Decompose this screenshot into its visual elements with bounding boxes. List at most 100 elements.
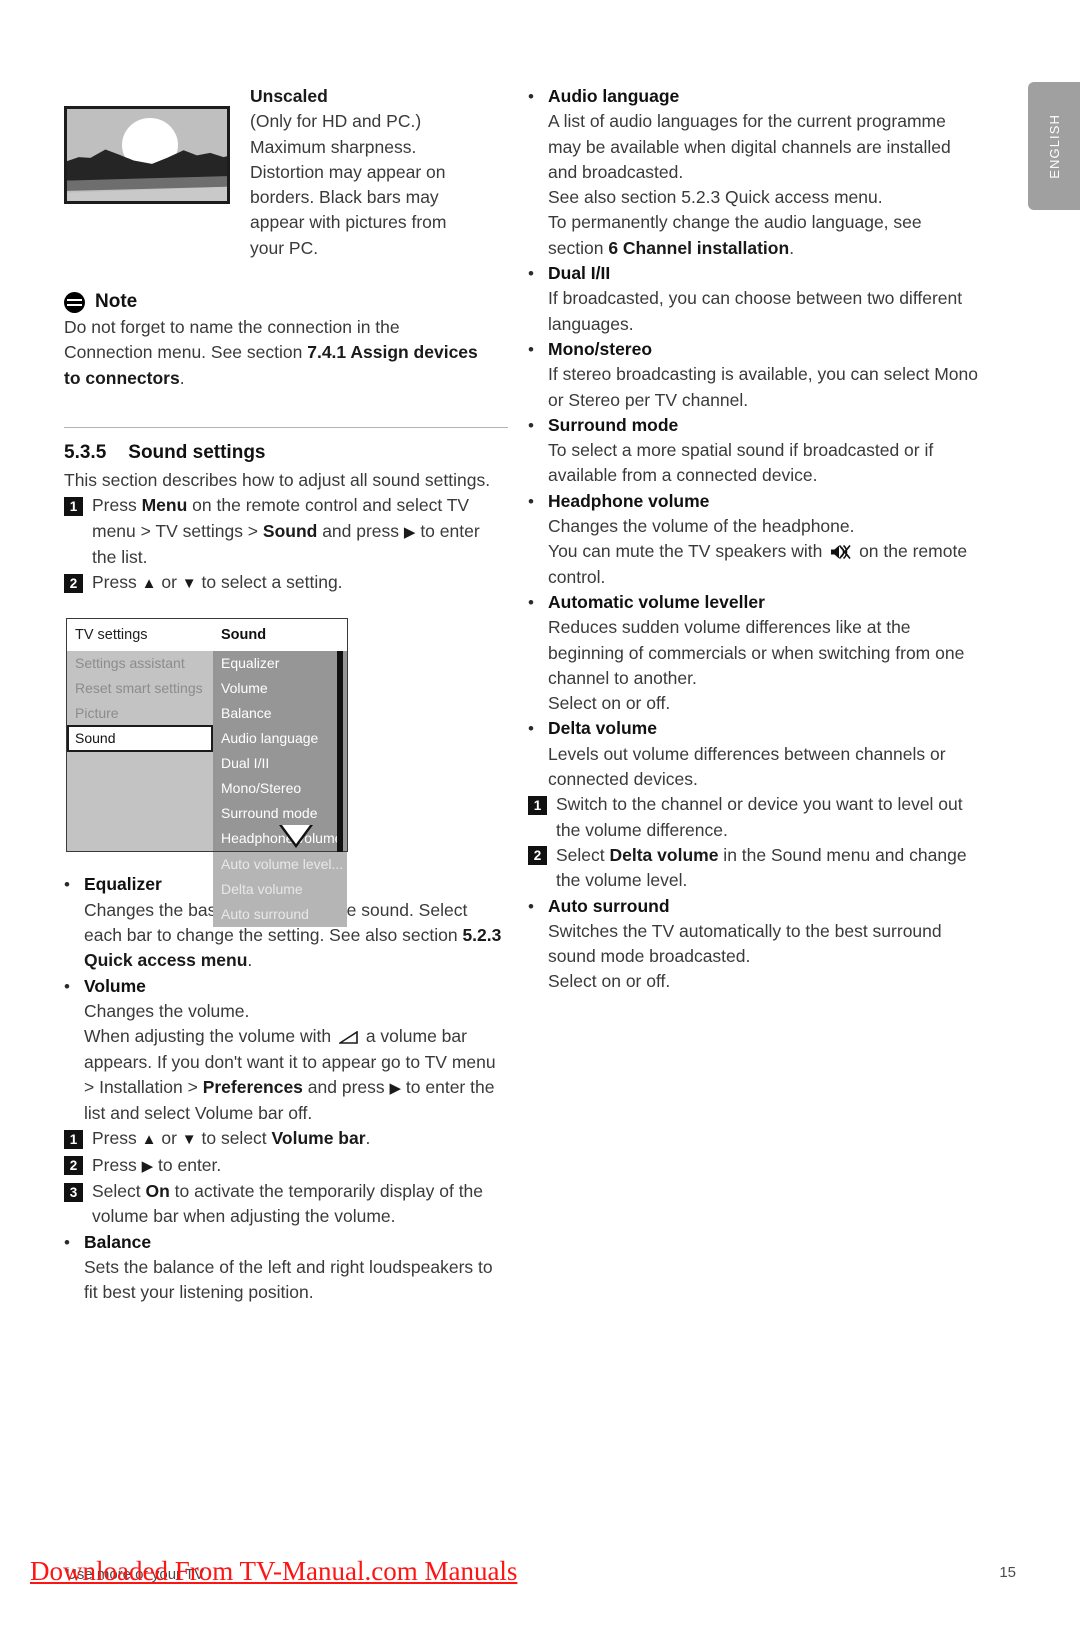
bullet-body: Surround mode To select a more spatial s… (548, 413, 980, 489)
language-tab: ENGLISH (1028, 82, 1080, 210)
step-text: Switch to the channel or device you want… (556, 792, 980, 843)
menu-right-item[interactable]: Audio language (213, 726, 347, 752)
bullet-dot: • (528, 719, 534, 739)
section-steps: 1 Press Menu on the remote control and s… (64, 493, 508, 596)
bullet-title: Auto surround (548, 895, 670, 916)
unscaled-line-5: appear with pictures from (250, 212, 447, 233)
menu-right-item[interactable]: Mono/Stereo (213, 776, 347, 802)
unscaled-line-6: your PC. (250, 237, 319, 258)
footer-watermark[interactable]: Downloaded From TV-Manual.com Manuals (30, 1556, 517, 1587)
menu-left-item[interactable]: Reset smart settings (67, 676, 213, 702)
menu-right-item[interactable]: Surround mode (213, 801, 347, 827)
body-text: Select on or off. (548, 971, 671, 992)
menu-right-item[interactable]: Auto volume level... (213, 852, 347, 878)
emphasis-text: On (145, 1181, 170, 1202)
volume-icon (338, 1031, 358, 1045)
arrow-glyph-icon: ▼ (181, 1131, 197, 1149)
arrow-glyph-icon: ▶ (141, 1157, 154, 1175)
bullet-body: Headphone volume Changes the volume of t… (548, 489, 980, 590)
left-column: Unscaled (Only for HD and PC.) Maximum s… (64, 84, 508, 1306)
menu-left-item[interactable]: Picture (67, 701, 213, 727)
emphasis-text: 6 Channel installation (608, 237, 790, 258)
menu-header: TV settings Sound (67, 619, 347, 652)
step-number: 2 (528, 846, 547, 866)
menu-left-item[interactable]: Settings assistant (67, 651, 213, 677)
menu-left-item-selected[interactable]: Sound (67, 725, 213, 753)
bullet-title: Mono/stereo (548, 338, 653, 359)
menu-right-item[interactable]: Volume (213, 676, 347, 702)
bullet-title: Audio language (548, 86, 680, 106)
body-text: to select a setting. (196, 572, 343, 593)
step-text: Press ▶ to enter. (92, 1153, 508, 1179)
step-item: 2 Press ▲ or ▼ to select a setting. (64, 570, 508, 596)
unscaled-heading: Unscaled (250, 86, 328, 106)
bullet-title: Dual I/II (548, 263, 611, 284)
arrow-glyph-icon: ▶ (403, 523, 416, 541)
unscaled-line-3: Distortion may appear on (250, 161, 446, 182)
body-text: and press (302, 1076, 390, 1097)
bullet-dot: • (528, 415, 534, 435)
bullet-item-audio-language: • Audio language A list of audio languag… (528, 84, 980, 261)
bullet-item-surround-mode: • Surround mode To select a more spatial… (528, 413, 980, 489)
body-text: Sets the balance of the left and right l… (84, 1256, 493, 1303)
bullet-body: Audio language A list of audio languages… (548, 84, 980, 261)
arrow-glyph-icon: ▲ (141, 575, 157, 593)
step-item: 1 Switch to the channel or device you wa… (528, 792, 980, 843)
section-number: 5.3.5 (64, 441, 107, 463)
body-text: If stereo broadcasting is available, you… (548, 364, 978, 410)
body-text: Select (92, 1181, 146, 1202)
body-text: A list of audio languages for the curren… (548, 111, 951, 182)
section-title: Sound settings (128, 441, 266, 463)
menu-right-item[interactable]: Dual I/II (213, 751, 347, 777)
body-text: Press (92, 495, 142, 516)
emphasis-text: Preferences (202, 1076, 303, 1097)
body-text: Levels out volume differences between ch… (548, 743, 946, 790)
step-item: 1 Press ▲ or ▼ to select Volume bar. (64, 1126, 508, 1152)
arrow-glyph-icon: ▼ (181, 575, 197, 593)
note-line-1: Do not forget to name the connection in … (64, 317, 400, 338)
scroll-down-arrow-icon[interactable] (279, 825, 313, 849)
bullet-dot: • (528, 264, 534, 284)
bullet-item-volume: • Volume Changes the volume. When adjusti… (64, 974, 508, 1127)
step-item: 2 Select Delta volume in the Sound menu … (528, 843, 980, 894)
body-text: Reduces sudden volume differences like a… (548, 617, 965, 688)
body-text (827, 541, 854, 561)
step-text: Press Menu on the remote control and sel… (92, 493, 508, 570)
section-divider (64, 426, 508, 428)
body-text: . (365, 1128, 371, 1149)
tv-settings-menu-screenshot: TV settings Sound Settings assistant Res… (66, 618, 348, 928)
note-line-2-bold: 7.4.1 Assign devices (307, 342, 478, 363)
menu-scrollbar[interactable] (337, 651, 343, 855)
unscaled-picture-block: Unscaled (Only for HD and PC.) Maximum s… (64, 84, 508, 261)
body-text: . (247, 950, 253, 971)
body-text: Switch to the channel or device you want… (556, 794, 963, 840)
emphasis-text: Menu (141, 495, 188, 516)
bullet-dot: • (64, 976, 70, 996)
bullet-dot: • (528, 491, 534, 511)
bullet-title: Surround mode (548, 414, 679, 435)
body-text: Press (92, 1128, 142, 1149)
menu-left-item-empty (67, 801, 213, 827)
menu-left-item-empty (67, 751, 213, 777)
body-text: Select (556, 844, 610, 865)
page-number: 15 (999, 1564, 1016, 1581)
body-text: Press (92, 1154, 142, 1175)
step-number: 2 (64, 573, 83, 593)
bullet-dot: • (528, 592, 534, 612)
menu-right-item[interactable]: Equalizer (213, 651, 347, 677)
step-item: 1 Press Menu on the remote control and s… (64, 493, 508, 570)
bullet-body: Automatic volume leveller Reduces sudden… (548, 590, 980, 716)
note-line-2-plain: Connection menu. See section (64, 342, 308, 363)
menu-overflow-list: Auto volume level... Delta volume Auto s… (213, 852, 347, 928)
step-item: 2 Press ▶ to enter. (64, 1153, 508, 1179)
bullet-body: Dual I/II If broadcasted, you can choose… (548, 261, 980, 337)
arrow-glyph-icon: ▲ (141, 1131, 157, 1149)
menu-right-item[interactable]: Delta volume (213, 877, 347, 903)
menu-right-item[interactable]: Balance (213, 701, 347, 727)
step-text: Press ▲ or ▼ to select a setting. (92, 570, 508, 596)
menu-right-item[interactable]: Auto surround (213, 902, 347, 928)
bullet-title: Automatic volume leveller (548, 591, 765, 612)
menu-header-right: Sound (221, 627, 267, 644)
body-text (336, 1026, 361, 1046)
bullet-title: Headphone volume (548, 490, 710, 511)
